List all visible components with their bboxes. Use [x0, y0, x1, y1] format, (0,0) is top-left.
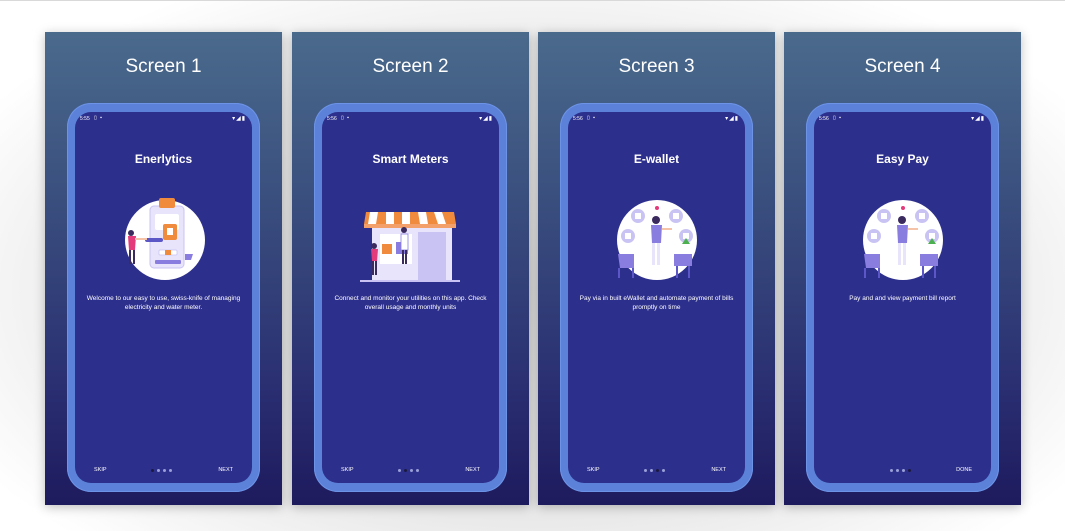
phone-frame: 5:56 ▯ ▪ ▾◢▮ E-wallet Pay via in built e…: [560, 103, 753, 492]
skip-button[interactable]: SKIP: [341, 467, 354, 473]
signal-battery-icons: ▾◢▮: [232, 116, 246, 122]
done-button[interactable]: DONE: [956, 467, 972, 473]
page-dot-4: [662, 469, 665, 472]
page-dot-3: [163, 469, 166, 472]
next-button[interactable]: NEXT: [465, 467, 480, 473]
page-dot-4: [908, 469, 911, 472]
page-dot-3: [656, 469, 659, 472]
screen-panel-2: Screen 2 5:56 ▯ ▪ ▾◢▮ Smart Meters Conne…: [292, 32, 529, 505]
onboarding-description: Pay and and view payment bill report: [849, 295, 956, 302]
notification-icons: ▯ ▪: [587, 115, 596, 121]
onboarding-description: Connect and monitor your utilities on th…: [334, 295, 487, 311]
shop-storefront-illustration: [360, 212, 460, 282]
onboarding-description: Pay via in built eWallet and automate pa…: [579, 295, 734, 311]
panel-title: Screen 3: [618, 56, 695, 77]
page-dot-3: [902, 469, 905, 472]
page-indicator: [398, 469, 426, 473]
onboarding-title: Enerlytics: [134, 152, 193, 166]
signal-battery-icons: ▾◢▮: [479, 116, 493, 122]
phone-frame: 5:56 ▯ ▪ ▾◢▮ Easy Pay Pay and and view p…: [806, 103, 999, 492]
pay-person-icons-illustration: [863, 200, 943, 280]
status-bar: 5:56 ▯ ▪ ▾◢▮: [568, 112, 745, 126]
page-dot-3: [410, 469, 413, 472]
status-bar: 5:56 ▯ ▪ ▾◢▮: [814, 112, 991, 126]
skip-button[interactable]: SKIP: [94, 467, 107, 473]
page-indicator: [890, 469, 918, 473]
status-bar: 5:56 ▯ ▪ ▾◢▮: [322, 112, 499, 126]
onboarding-footer: SKIP NEXT: [568, 466, 745, 476]
wallet-person-icons-illustration: [617, 200, 697, 280]
skip-button[interactable]: SKIP: [587, 467, 600, 473]
page-dot-4: [416, 469, 419, 472]
onboarding-title: E-wallet: [633, 152, 680, 166]
status-bar: 5:55 ▯ ▪ ▾◢▮: [75, 112, 252, 126]
page-dot-1: [398, 469, 401, 472]
onboarding-footer: DONE: [814, 466, 991, 476]
onboarding-footer: SKIP NEXT: [75, 466, 252, 476]
screen-panel-4: Screen 4 5:56 ▯ ▪ ▾◢▮ Easy Pay Pay and a…: [784, 32, 1021, 505]
phone-screen: 5:56 ▯ ▪ ▾◢▮ Smart Meters Connect and mo…: [322, 112, 499, 483]
top-divider: [0, 0, 1065, 1]
page-dot-2: [650, 469, 653, 472]
phone-frame: 5:56 ▯ ▪ ▾◢▮ Smart Meters Connect and mo…: [314, 103, 507, 492]
status-time: 5:56: [327, 116, 337, 122]
page-indicator: [644, 469, 672, 473]
notification-icons: ▯ ▪: [94, 115, 103, 121]
onboarding-title: Smart Meters: [372, 152, 449, 166]
page-dot-1: [644, 469, 647, 472]
status-time: 5:56: [819, 116, 829, 122]
panel-title: Screen 1: [125, 56, 202, 77]
page-dot-2: [896, 469, 899, 472]
onboarding-title: Easy Pay: [876, 152, 929, 166]
signal-battery-icons: ▾◢▮: [725, 116, 739, 122]
panel-title: Screen 2: [372, 56, 449, 77]
page-dot-1: [890, 469, 893, 472]
phone-screen: 5:56 ▯ ▪ ▾◢▮ E-wallet Pay via in built e…: [568, 112, 745, 483]
next-button[interactable]: NEXT: [711, 467, 726, 473]
page-dot-2: [404, 469, 407, 472]
onboarding-description: Welcome to our easy to use, swiss-knife …: [86, 295, 241, 311]
next-button[interactable]: NEXT: [218, 467, 233, 473]
phone-screen: 5:56 ▯ ▪ ▾◢▮ Easy Pay Pay and and view p…: [814, 112, 991, 483]
notification-icons: ▯ ▪: [341, 115, 350, 121]
status-time: 5:55: [80, 116, 90, 122]
phone-screen: 5:55 ▯ ▪ ▾◢▮ Enerlytics Welcome to our e…: [75, 112, 252, 483]
signal-battery-icons: ▾◢▮: [971, 116, 985, 122]
page-dot-2: [157, 469, 160, 472]
screen-panel-3: Screen 3 5:56 ▯ ▪ ▾◢▮ E-wallet Pay via i…: [538, 32, 775, 505]
phone-frame: 5:55 ▯ ▪ ▾◢▮ Enerlytics Welcome to our e…: [67, 103, 260, 492]
page-indicator: [151, 469, 179, 473]
screen-panel-1: Screen 1 5:55 ▯ ▪ ▾◢▮ Enerlytics Welcome…: [45, 32, 282, 505]
page-dot-4: [169, 469, 172, 472]
meter-app-person-illustration: [125, 198, 205, 280]
onboarding-footer: SKIP NEXT: [322, 466, 499, 476]
status-time: 5:56: [573, 116, 583, 122]
notification-icons: ▯ ▪: [833, 115, 842, 121]
panel-title: Screen 4: [864, 56, 941, 77]
page-dot-1: [151, 469, 154, 472]
